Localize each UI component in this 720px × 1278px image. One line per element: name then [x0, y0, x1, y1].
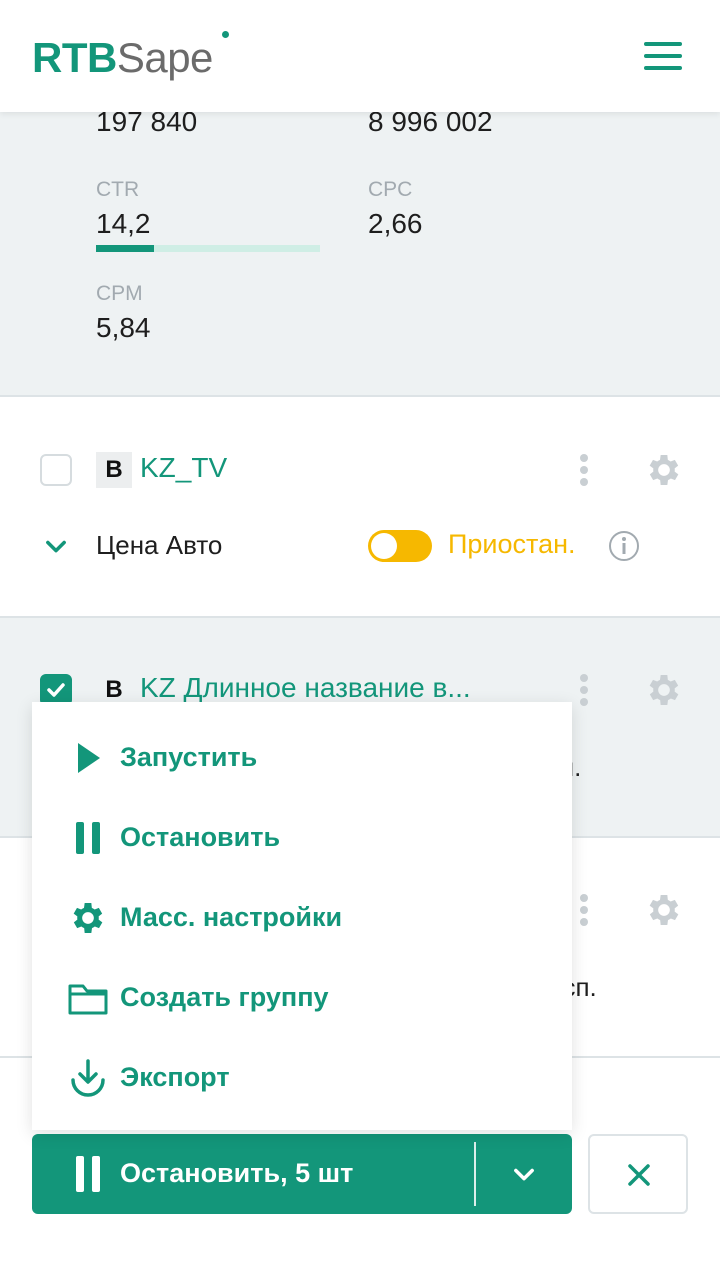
chevron-down-icon[interactable]: [510, 1160, 538, 1188]
campaign-toggle[interactable]: [368, 530, 432, 562]
bulk-actions-menu: Запустить Остановить Масс. настройки Соз…: [32, 702, 572, 1130]
more-options-icon[interactable]: [570, 452, 598, 488]
campaign-checkbox[interactable]: [40, 454, 72, 486]
menu-item-label: Создать группу: [120, 982, 329, 1012]
menu-item-export[interactable]: Экспорт: [32, 1038, 572, 1118]
more-options-icon[interactable]: [570, 672, 598, 708]
campaign-name-link[interactable]: KZ_TV: [140, 452, 227, 484]
campaign-type-badge: B: [96, 452, 132, 488]
more-options-icon[interactable]: [570, 892, 598, 928]
hamburger-icon[interactable]: [644, 40, 684, 72]
pause-icon: [76, 1156, 100, 1192]
stop-selected-button[interactable]: Остановить, 5 шт: [32, 1134, 572, 1214]
menu-item-bulk-settings[interactable]: Масс. настройки: [32, 878, 572, 958]
button-divider: [474, 1142, 476, 1206]
logo: RTBSape: [32, 34, 213, 82]
download-icon: [71, 1059, 105, 1097]
ctr-progress-bar: [96, 245, 320, 252]
check-icon: [47, 683, 65, 697]
campaign-row: B KZ_TV Цена Авто Приостан.: [0, 398, 720, 618]
campaign-name-link[interactable]: KZ Длинное название в...: [140, 672, 471, 704]
gear-icon: [73, 903, 103, 933]
gear-icon[interactable]: [644, 450, 684, 490]
menu-item-label: Масс. настройки: [120, 902, 343, 932]
logo-sape: Sape: [116, 34, 214, 81]
chevron-down-icon[interactable]: [42, 532, 70, 560]
ctr-progress-fill: [96, 245, 155, 252]
cpm-label: CPM: [96, 282, 143, 305]
cancel-selection-button[interactable]: [588, 1134, 688, 1214]
close-icon: [628, 1164, 650, 1186]
menu-item-label: Остановить: [120, 822, 281, 852]
logo-rtb: RTB: [32, 34, 117, 81]
gear-icon[interactable]: [644, 890, 684, 930]
gear-icon[interactable]: [644, 670, 684, 710]
stats-panel: 197 840 8 996 002 CTR 14,2 CPC 2,66 CPM …: [0, 106, 720, 397]
stop-selected-label: Остановить, 5 шт: [120, 1158, 354, 1188]
info-icon[interactable]: [608, 530, 640, 562]
strategy-label: Цена Авто: [96, 530, 223, 560]
cpm-value: 5,84: [96, 312, 151, 343]
logo-dot: [222, 31, 229, 38]
pause-icon: [76, 822, 100, 854]
menu-item-label: Запустить: [120, 742, 258, 772]
cpc-label: CPC: [368, 178, 413, 201]
folder-icon: [68, 984, 108, 1015]
play-icon: [78, 743, 100, 773]
cpc-value: 2,66: [368, 208, 423, 239]
ctr-label: CTR: [96, 178, 140, 201]
ctr-value: 14,2: [96, 208, 151, 239]
app-header: RTBSape: [0, 0, 720, 112]
menu-item-label: Экспорт: [120, 1062, 230, 1092]
menu-item-stop[interactable]: Остановить: [32, 798, 572, 878]
status-badge: Приостан.: [448, 529, 576, 559]
menu-item-create-group[interactable]: Создать группу: [32, 958, 572, 1038]
menu-item-start[interactable]: Запустить: [32, 718, 572, 798]
